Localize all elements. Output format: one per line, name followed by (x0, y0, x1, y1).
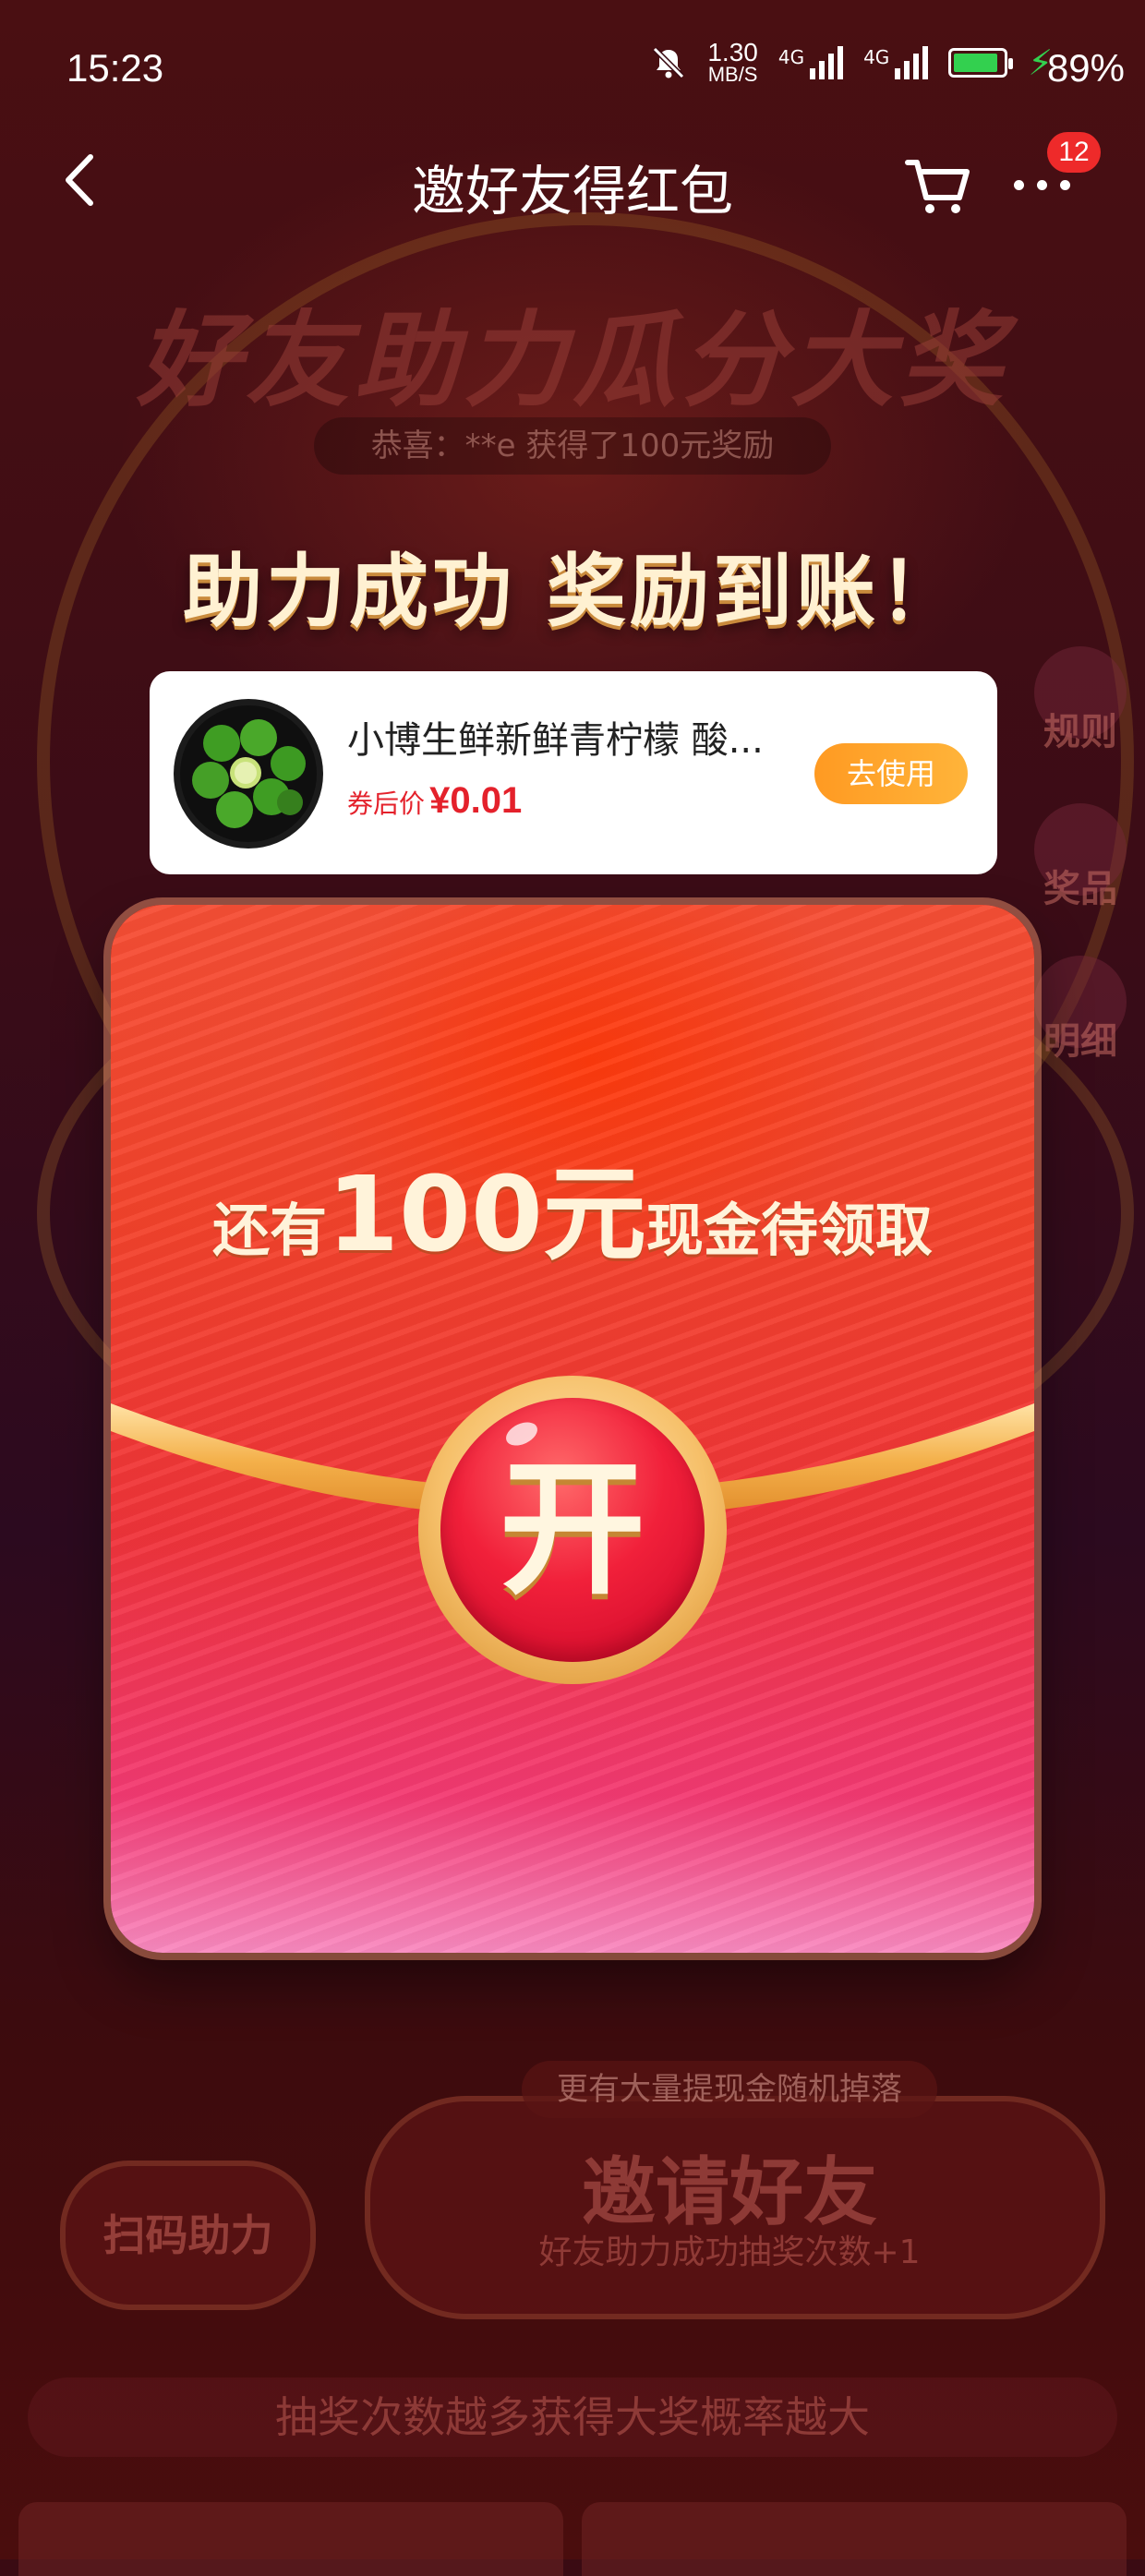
battery-icon (948, 48, 1014, 78)
product-name: 小博生鲜新鲜青柠檬 酸... (347, 719, 764, 762)
battery-percent: 89% (1046, 46, 1125, 90)
rules-side-button[interactable]: 规则 (1030, 646, 1131, 757)
more-dots-icon (1014, 180, 1070, 190)
invite-friends-sublabel: 好友助力成功抽奖次数+1 (538, 2233, 921, 2271)
prize-card (18, 2502, 563, 2576)
tip-strip: 抽奖次数越多获得大奖概率越大 (28, 2377, 1117, 2457)
product-price-row: 券后价 ¥0.01 (347, 780, 522, 822)
open-label: 开 (500, 1445, 645, 1615)
price-label: 券后价 (347, 788, 426, 819)
use-coupon-button[interactable]: 去使用 (814, 743, 968, 804)
claim-text: 还有100元现金待领取 (212, 1155, 933, 1275)
prize-card (582, 2502, 1127, 2576)
product-image (174, 699, 323, 849)
open-envelope-button[interactable]: 开 (418, 1376, 727, 1684)
product-card[interactable]: 小博生鲜新鲜青柠檬 酸... 券后价 ¥0.01 去使用 (150, 671, 997, 874)
bonus-tag: 更有大量提现金随机掉落 (522, 2061, 937, 2118)
battery-level (954, 54, 997, 72)
status-icons: 1.30 MB/S 4G 4G ⚡ (650, 38, 1053, 86)
network-speed: 1.30 MB/S (707, 38, 758, 86)
invite-friends-label: 邀请好友 (582, 2149, 877, 2235)
status-bar: 15:23 1.30 MB/S 4G 4G ⚡ 89% (0, 0, 1145, 138)
product-price: ¥0.01 (429, 780, 523, 821)
signal-icon-sim1: 4G (778, 46, 844, 79)
claim-amount: 100元 (327, 1155, 646, 1275)
status-time: 15:23 (66, 46, 164, 90)
mute-bell-icon (653, 46, 685, 79)
prizes-side-button[interactable]: 奖品 (1030, 803, 1131, 914)
signal-icon-sim2: 4G (863, 46, 929, 79)
lime-plate-image (180, 705, 317, 842)
notification-badge: 12 (1047, 132, 1101, 173)
winner-marquee: 恭喜：**e 获得了100元奖励 (314, 417, 831, 475)
banner-title: 好友助力瓜分大奖 (137, 301, 1008, 421)
details-side-button[interactable]: 明细 (1030, 956, 1131, 1066)
shopping-cart-icon (905, 160, 970, 213)
red-envelope: 还有100元现金待领取 开 (111, 905, 1034, 1953)
scan-assist-button[interactable]: 扫码助力 (60, 2161, 316, 2310)
cart-button[interactable] (900, 148, 974, 222)
success-title: 助力成功 奖励到账！ (183, 546, 962, 638)
